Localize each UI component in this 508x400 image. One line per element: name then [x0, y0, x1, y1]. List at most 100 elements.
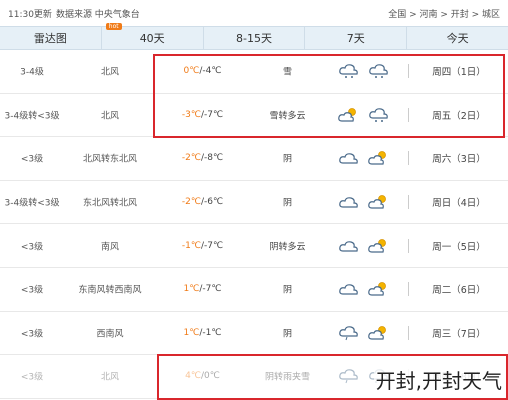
- forecast-row[interactable]: 3-4级 北风 0℃/-4℃ 雪 周四（1日）: [0, 50, 508, 94]
- hot-badge: hot: [105, 23, 122, 30]
- divider: [408, 282, 409, 297]
- temperature: 0℃/-4℃: [183, 66, 222, 77]
- temp-low: -4℃: [202, 66, 222, 77]
- temp-low: -7℃: [204, 240, 224, 251]
- weather-desc: 雪: [282, 67, 292, 78]
- forecast-row[interactable]: 3-4级转<3级 北风 -3℃/-7℃ 雪转多云 周五（2日）: [0, 94, 508, 138]
- wind-level: 3-4级: [20, 67, 44, 78]
- cloud-icon: [338, 238, 360, 254]
- divider: [408, 107, 409, 122]
- breadcrumb[interactable]: 全国 > 河南 > 开封 > 城区: [388, 7, 500, 20]
- temperature: -2℃/-6℃: [181, 197, 224, 208]
- temp-low: -1℃: [202, 327, 222, 338]
- weather-icons: [338, 325, 398, 341]
- forecast-row[interactable]: <3级 南风 -1℃/-7℃ 阴转多云 周一（5日）: [0, 224, 508, 268]
- temp-high: -1℃: [181, 240, 201, 251]
- weather-icons: [338, 194, 398, 210]
- weather-icons: [338, 281, 398, 297]
- wind-direction: 北风: [100, 111, 119, 122]
- snow-cloud-icon: [368, 107, 390, 123]
- wind-level: 3-4级转<3级: [4, 198, 60, 209]
- day-label: 周三（7日）: [432, 328, 486, 340]
- temp-low: -7℃: [202, 284, 222, 295]
- top-bar: 11:30更新 数据来源 中央气象台 全国 > 河南 > 开封 > 城区: [0, 0, 508, 26]
- wind-level: 3-4级转<3级: [4, 111, 60, 122]
- temperature: 1℃/-1℃: [183, 327, 222, 338]
- temperature: -3℃/-7℃: [181, 109, 224, 120]
- wind-level: <3级: [20, 285, 44, 296]
- temperature: -1℃/-7℃: [181, 240, 224, 251]
- temp-high: 0℃: [183, 66, 200, 77]
- weather-icons: [338, 150, 398, 166]
- day-label: 周二（6日）: [432, 285, 486, 297]
- temp-high: -2℃: [181, 153, 201, 164]
- weather-desc: 阴: [282, 329, 292, 340]
- temp-low: -6℃: [204, 197, 224, 208]
- tab-40-days[interactable]: hot 40天: [102, 23, 204, 49]
- tab-label: 8-15天: [236, 32, 272, 45]
- temp-high: 1℃: [183, 284, 200, 295]
- sun-cloud-icon: [368, 150, 390, 166]
- temperature: -2℃/-8℃: [181, 153, 224, 164]
- divider: [408, 238, 409, 253]
- rain-cloud-icon: [338, 368, 360, 384]
- tab-7-days[interactable]: 7天: [305, 27, 408, 49]
- divider: [408, 195, 409, 210]
- wind-direction: 北风: [100, 67, 119, 78]
- divider: [408, 325, 409, 340]
- wind-direction: 西南风: [96, 329, 124, 340]
- watermark: 开封,开封天气: [373, 365, 504, 394]
- cloud-icon: [338, 194, 360, 210]
- divider: [408, 64, 409, 79]
- temp-high: 4℃: [185, 371, 201, 382]
- forecast-row[interactable]: 3-4级转<3级 东北风转北风 -2℃/-6℃ 阴 周日（4日）: [0, 181, 508, 225]
- update-info: 11:30更新 数据来源 中央气象台: [8, 7, 140, 20]
- wind-direction: 北风: [100, 372, 119, 383]
- sun-cloud-icon: [368, 325, 390, 341]
- temperature: 1℃/-7℃: [183, 284, 222, 295]
- weather-desc: 阴转雨夹雪: [264, 372, 310, 383]
- forecast-row[interactable]: <3级 西南风 1℃/-1℃ 阴 周三（7日）: [0, 312, 508, 356]
- weather-desc: 阴: [282, 154, 292, 165]
- update-timestamp: 11:30更新: [8, 9, 52, 20]
- temperature: 4℃/0℃: [185, 371, 220, 382]
- day-label: 周日（4日）: [432, 198, 486, 210]
- forecast-row[interactable]: <3级 北风转东北风 -2℃/-8℃ 阴 周六（3日）: [0, 137, 508, 181]
- temp-high: 1℃: [183, 327, 200, 338]
- temp-high: -2℃: [181, 197, 201, 208]
- sun-cloud-icon: [338, 107, 360, 123]
- snow-cloud-icon: [368, 63, 390, 79]
- wind-level: <3级: [20, 329, 44, 340]
- sun-cloud-icon: [368, 194, 390, 210]
- weather-icons: [338, 107, 398, 123]
- sun-cloud-icon: [368, 238, 390, 254]
- day-label: 周六（3日）: [432, 154, 486, 166]
- temp-low: -8℃: [204, 153, 224, 164]
- tab-label: 雷达图: [33, 32, 67, 45]
- wind-level: <3级: [20, 372, 44, 383]
- tab-label: 40天: [139, 32, 165, 45]
- rain-cloud-icon: [338, 325, 360, 341]
- forecast-row[interactable]: <3级 东南风转西南风 1℃/-7℃ 阴 周二（6日）: [0, 268, 508, 312]
- tab-radar[interactable]: 雷达图: [0, 27, 102, 49]
- wind-level: <3级: [20, 242, 44, 253]
- temp-low: -7℃: [204, 109, 224, 120]
- tab-label: 今天: [446, 32, 469, 45]
- weather-desc: 阴: [282, 285, 292, 296]
- sun-cloud-icon: [368, 281, 390, 297]
- temp-high: -3℃: [181, 109, 201, 120]
- snow-cloud-icon: [338, 63, 360, 79]
- weather-desc: 雪转多云: [269, 111, 306, 122]
- forecast-tabs: 雷达图 hot 40天 8-15天 7天 今天: [0, 23, 508, 50]
- forecast-list: 3-4级 北风 0℃/-4℃ 雪 周四（1日） 3-4级转<3级 北风 -3℃/…: [0, 50, 508, 399]
- day-label: 周五（2日）: [432, 110, 486, 122]
- divider: [408, 151, 409, 166]
- weather-icons: [338, 63, 398, 79]
- cloud-icon: [338, 150, 360, 166]
- wind-direction: 北风转东北风: [82, 154, 137, 165]
- tab-today[interactable]: 今天: [407, 27, 508, 49]
- weather-desc: 阴转多云: [269, 242, 306, 253]
- weather-icons: [338, 238, 398, 254]
- tab-8-15-days[interactable]: 8-15天: [204, 27, 306, 49]
- tab-label: 7天: [346, 32, 365, 45]
